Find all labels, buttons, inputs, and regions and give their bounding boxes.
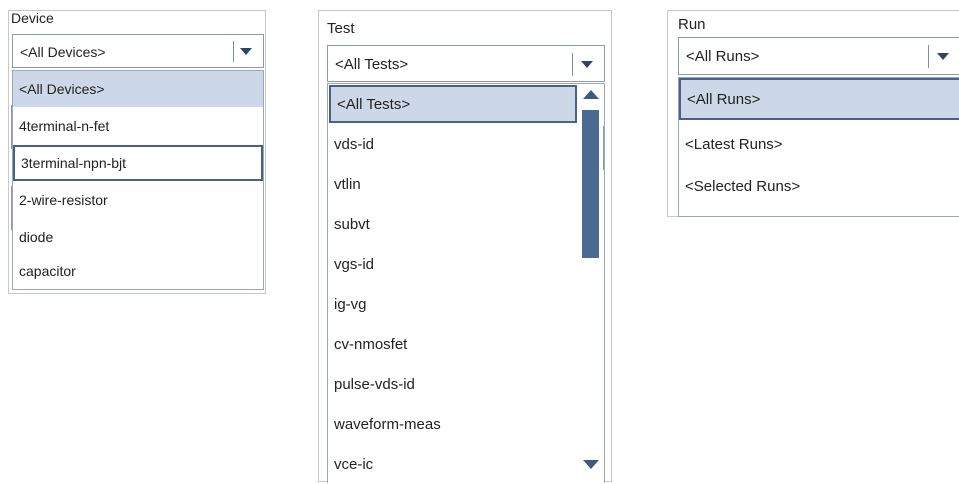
test-option-waveform-meas[interactable]: waveform-meas [328, 404, 576, 444]
device-select-value: <All Devices> [20, 44, 106, 60]
run-option-latest[interactable]: <Latest Runs> [679, 124, 959, 164]
device-option-3terminal-npn-bjt[interactable]: 3terminal-npn-bjt [13, 145, 263, 181]
test-dropdown-list: <All Tests> vds-id vtlin subvt vgs-id ig… [327, 83, 605, 483]
device-option-diode[interactable]: diode [13, 219, 263, 255]
run-select-value: <All Runs> [686, 48, 760, 65]
test-ghost-border [603, 126, 604, 170]
run-panel: Run <All Runs> <All Runs> <Latest Runs> … [667, 10, 959, 217]
device-option-4terminal-n-fet[interactable]: 4terminal-n-fet [13, 108, 263, 144]
scroll-up-arrow-icon[interactable] [583, 90, 599, 99]
scroll-down-arrow-icon[interactable] [583, 460, 599, 469]
run-select-divider [928, 45, 929, 68]
chevron-down-icon[interactable] [581, 61, 593, 68]
test-option-vce-ic[interactable]: vce-ic [328, 444, 576, 483]
test-scrollbar[interactable] [578, 84, 604, 482]
test-option-all[interactable]: <All Tests> [329, 85, 577, 123]
run-select[interactable]: <All Runs> [678, 37, 959, 75]
device-panel: Device <All Devices> <All Devices> 4term… [8, 10, 266, 294]
test-option-vgs-id[interactable]: vgs-id [328, 244, 576, 284]
test-select-divider [572, 53, 573, 76]
run-option-selected[interactable]: <Selected Runs> [679, 166, 959, 206]
test-option-cv-nmosfet[interactable]: cv-nmosfet [328, 324, 576, 364]
device-ghost-border [11, 186, 12, 230]
device-select[interactable]: <All Devices> [12, 34, 264, 68]
run-title: Run [678, 16, 706, 33]
device-option-capacitor[interactable]: capacitor [13, 253, 263, 289]
run-dropdown-list: <All Runs> <Latest Runs> <Selected Runs> [678, 77, 959, 217]
test-select[interactable]: <All Tests> [327, 45, 605, 82]
chevron-down-icon[interactable] [240, 48, 252, 55]
test-select-value: <All Tests> [335, 56, 409, 73]
run-option-all[interactable]: <All Runs> [679, 78, 959, 120]
test-title: Test [327, 20, 355, 37]
device-option-2-wire-resistor[interactable]: 2-wire-resistor [13, 182, 263, 218]
device-ghost-border [11, 105, 12, 149]
device-select-divider [233, 41, 234, 62]
device-option-all[interactable]: <All Devices> [13, 71, 263, 107]
device-dropdown-list: <All Devices> 4terminal-n-fet 3terminal-… [12, 70, 264, 290]
test-scrollbar-thumb[interactable] [582, 110, 599, 258]
test-option-ig-vg[interactable]: ig-vg [328, 284, 576, 324]
test-option-vds-id[interactable]: vds-id [328, 124, 576, 164]
test-panel: Test <All Tests> <All Tests> vds-id vtli… [318, 10, 612, 483]
test-option-subvt[interactable]: subvt [328, 204, 576, 244]
chevron-down-icon[interactable] [937, 53, 949, 60]
device-title: Device [11, 10, 54, 26]
test-option-pulse-vds-id[interactable]: pulse-vds-id [328, 364, 576, 404]
test-option-vtlin[interactable]: vtlin [328, 164, 576, 204]
